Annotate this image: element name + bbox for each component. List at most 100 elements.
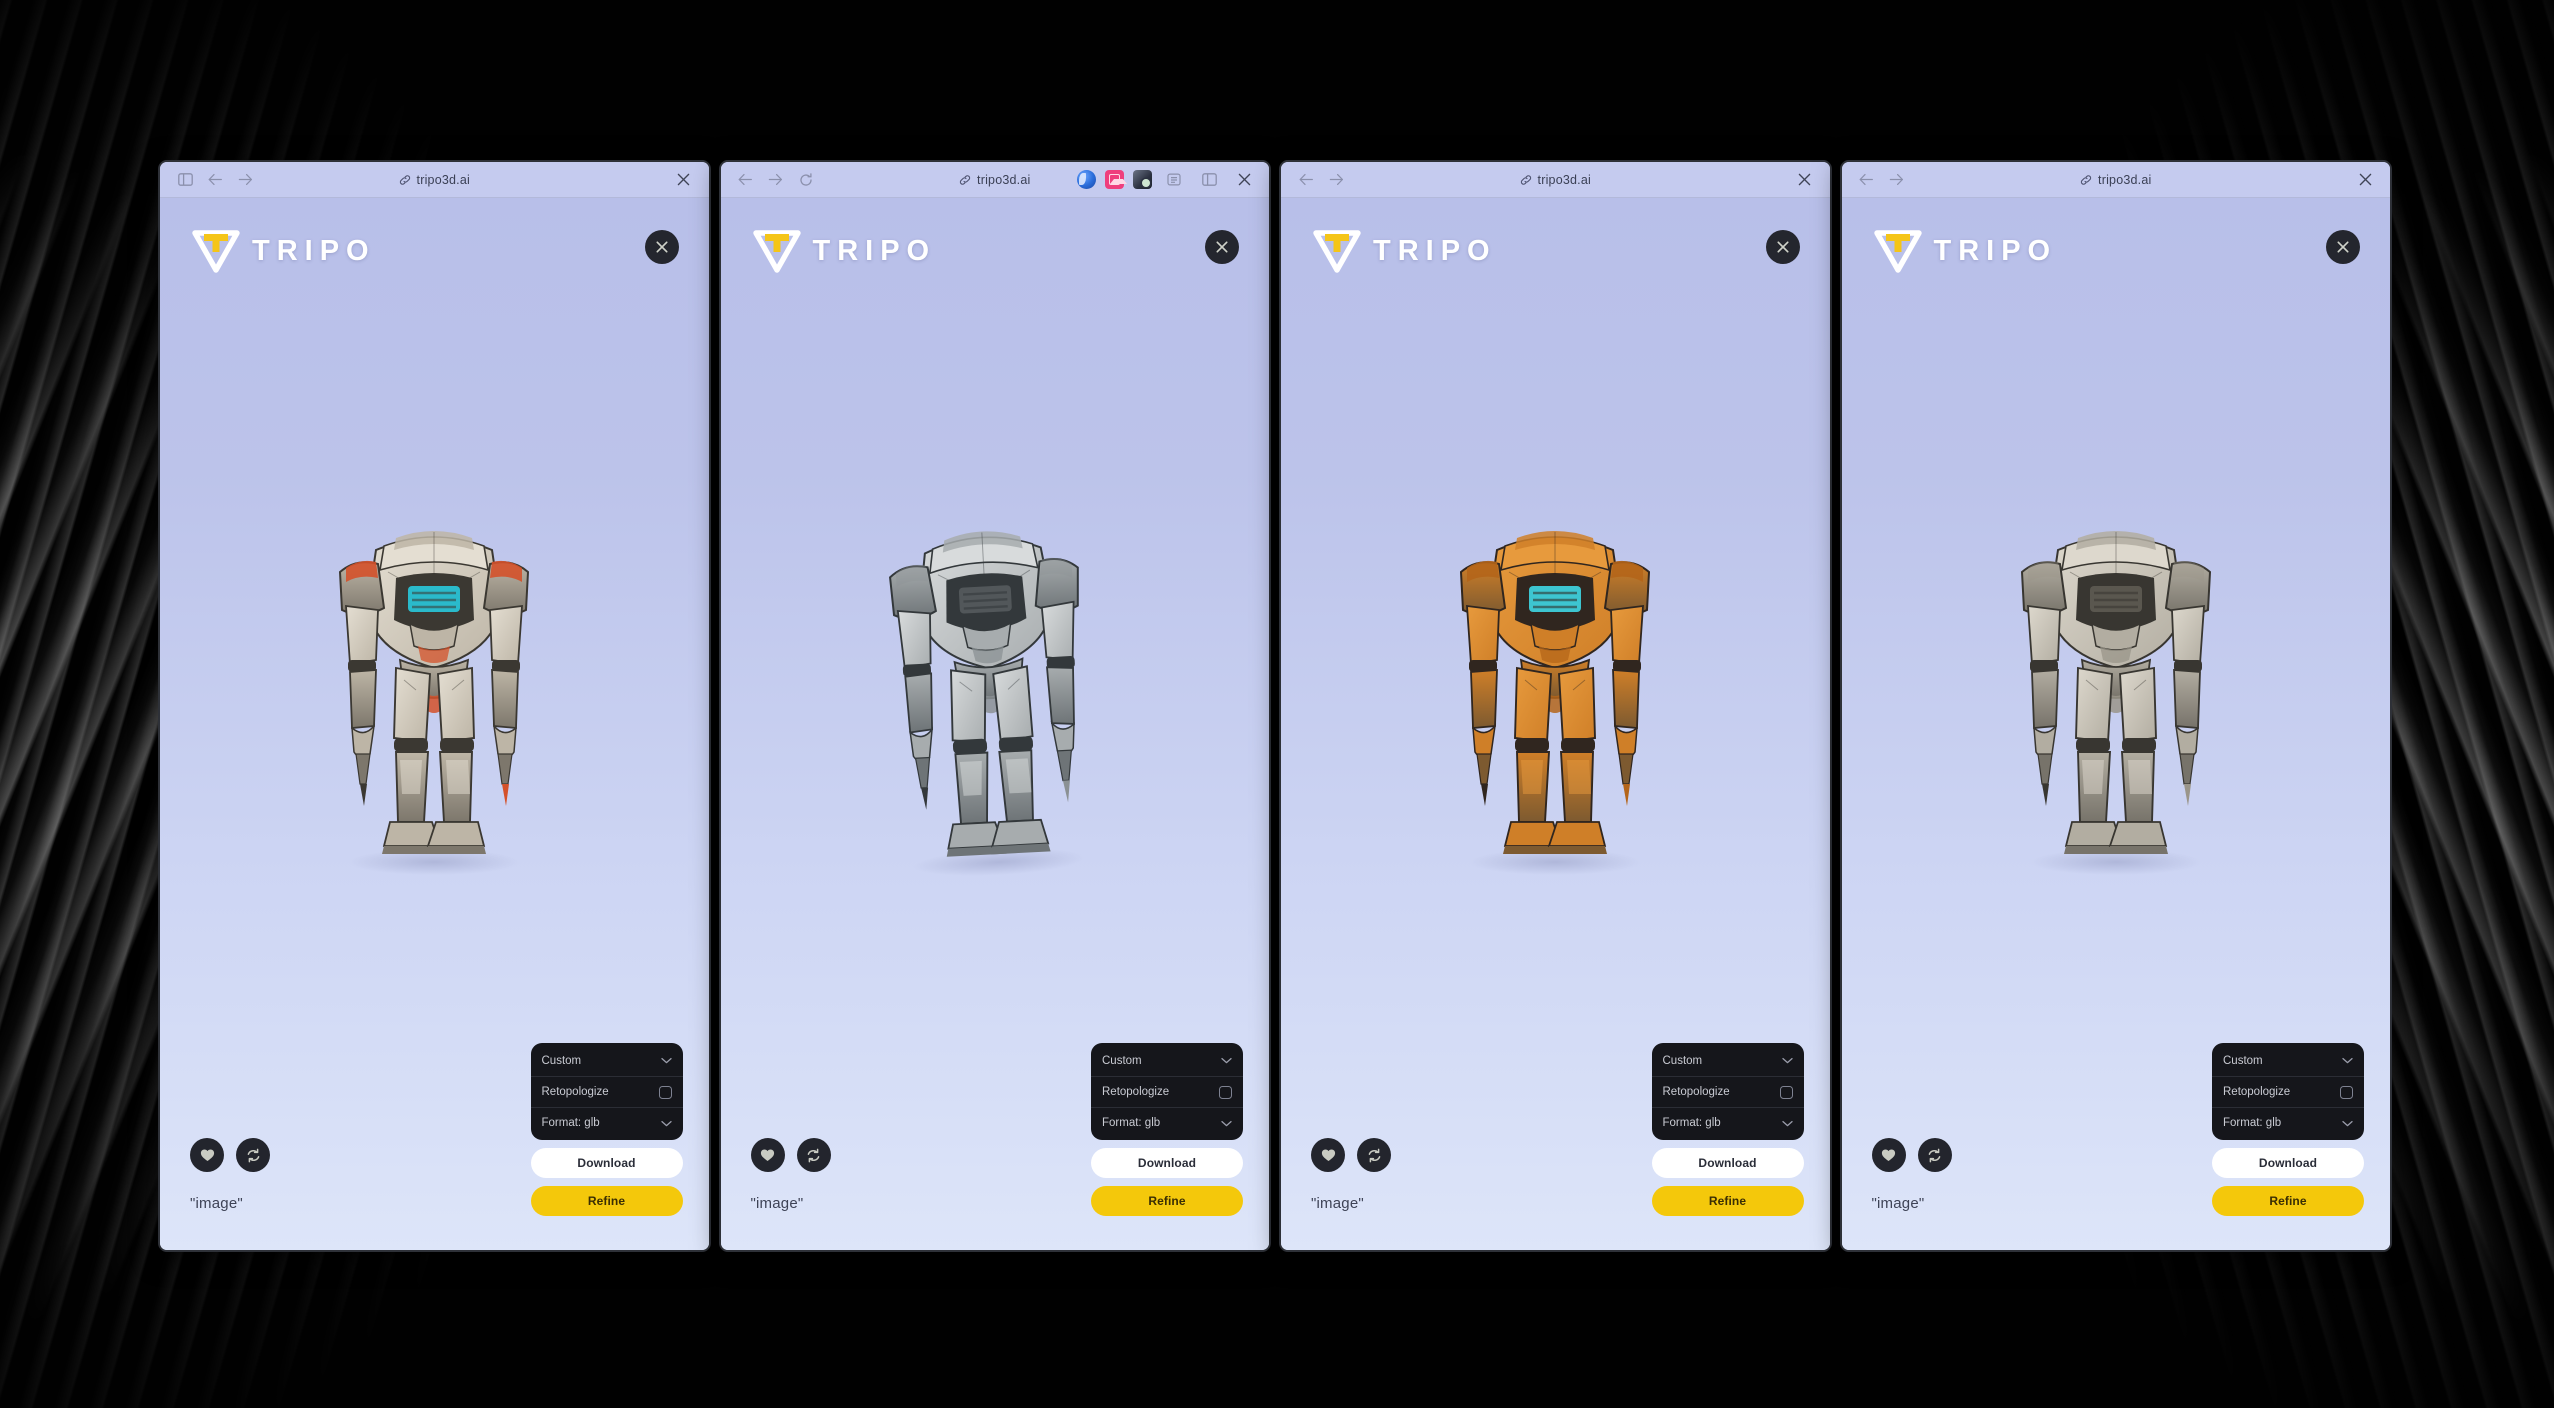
chevron-down-icon (1221, 1120, 1232, 1127)
retopologize-checkbox[interactable] (1779, 1085, 1793, 1099)
sidebar-toggle-right-icon[interactable] (1196, 168, 1222, 192)
window-title-text: tripo3d.ai (1537, 172, 1591, 187)
download-button[interactable]: Download (1651, 1148, 1804, 1178)
back-arrow-icon[interactable] (733, 168, 759, 192)
window-title-text: tripo3d.ai (977, 172, 1031, 187)
reload-icon[interactable] (793, 168, 819, 192)
tripo-logo[interactable]: TRIPO (192, 228, 376, 274)
style-dropdown[interactable]: Custom (2212, 1045, 2364, 1076)
refine-button[interactable]: Refine (1651, 1186, 1804, 1216)
model-caption: "image" (1311, 1195, 1364, 1212)
retopologize-toggle[interactable]: Retopologize (1091, 1076, 1243, 1107)
page-close-button[interactable] (644, 230, 679, 264)
download-button[interactable]: Download (1091, 1148, 1243, 1178)
format-dropdown-label: Format: glb (1102, 1117, 1161, 1129)
retopologize-toggle[interactable]: Retopologize (530, 1076, 683, 1107)
window-titlebar: tripo3d.ai (1841, 162, 2391, 198)
download-button[interactable]: Download (530, 1148, 683, 1178)
browser-window-1[interactable]: tripo3d.ai TRIPO "image" Custom Retopolo… (158, 160, 711, 1252)
format-dropdown[interactable]: Format: glb (1091, 1107, 1243, 1138)
tripo-logo[interactable]: TRIPO (752, 228, 937, 274)
window-title-text: tripo3d.ai (2098, 172, 2152, 187)
forward-arrow-icon[interactable] (232, 168, 258, 192)
format-dropdown-label: Format: glb (1662, 1117, 1721, 1129)
retopologize-toggle[interactable]: Retopologize (2212, 1076, 2364, 1107)
page-close-button[interactable] (1765, 230, 1800, 264)
chevron-down-icon (660, 1120, 672, 1127)
retopologize-checkbox[interactable] (658, 1085, 672, 1099)
model-actions (1311, 1138, 1391, 1172)
model-actions (750, 1138, 831, 1172)
titlebar-right-group (1792, 168, 1818, 192)
browser-window-2[interactable]: tripo3d.ai TRIPO "image" Custom Retopolo… (718, 160, 1271, 1252)
browser-window-3[interactable]: tripo3d.ai TRIPO "image" Custom Retopolo… (1279, 160, 1832, 1252)
chevron-down-icon (2342, 1057, 2353, 1064)
style-dropdown[interactable]: Custom (531, 1045, 683, 1076)
sidebar-toggle-icon[interactable] (172, 168, 198, 192)
tripo-logo-text: TRIPO (252, 234, 376, 267)
retopologize-label: Retopologize (541, 1086, 609, 1098)
share-button[interactable] (1917, 1138, 1952, 1172)
style-dropdown-label: Custom (1662, 1054, 1703, 1067)
format-dropdown[interactable]: Format: glb (1651, 1107, 1804, 1138)
capture-extension-icon[interactable] (1133, 170, 1152, 189)
mech-robot-model (2020, 531, 2211, 875)
model-actions (1871, 1138, 1952, 1172)
format-dropdown[interactable]: Format: glb (530, 1107, 683, 1138)
reader-mode-icon[interactable] (1161, 168, 1187, 192)
share-button[interactable] (236, 1138, 270, 1172)
titlebar-right-group (1077, 168, 1257, 192)
style-dropdown[interactable]: Custom (1652, 1045, 1804, 1076)
retopologize-checkbox[interactable] (2340, 1085, 2353, 1099)
tripo-logo-text: TRIPO (1933, 234, 2058, 267)
model-viewer-mech-robot-textured-white-orange[interactable] (160, 318, 709, 1020)
browser-window-4[interactable]: tripo3d.ai TRIPO "image" Custom Retopolo… (1839, 160, 2392, 1252)
refine-button[interactable]: Refine (1091, 1186, 1243, 1216)
page-close-button[interactable] (2326, 230, 2360, 264)
style-dropdown-label: Custom (1102, 1054, 1142, 1067)
format-dropdown-label: Format: glb (2223, 1117, 2282, 1129)
browser-window-row: tripo3d.ai TRIPO "image" Custom Retopolo… (158, 160, 2392, 1252)
share-button[interactable] (796, 1138, 831, 1172)
link-icon (959, 174, 971, 186)
model-viewer-mech-robot-textured-beige[interactable] (1842, 318, 2391, 1020)
favorite-button[interactable] (190, 1138, 224, 1172)
format-dropdown[interactable]: Format: glb (2212, 1107, 2364, 1138)
tripo-page: TRIPO "image" Custom Retopologize Format… (1281, 198, 1830, 1250)
mech-robot-model (339, 531, 530, 875)
model-viewer-mech-robot-textured-orange[interactable] (1281, 318, 1830, 1020)
window-titlebar: tripo3d.ai (720, 162, 1269, 198)
retopologize-checkbox[interactable] (1219, 1085, 1232, 1099)
favorite-button[interactable] (1311, 1138, 1345, 1172)
chevron-down-icon (1221, 1057, 1232, 1064)
link-icon (399, 174, 411, 186)
forward-arrow-icon[interactable] (1884, 168, 1910, 192)
retopologize-toggle[interactable]: Retopologize (1651, 1076, 1804, 1107)
mech-robot-model (888, 531, 1085, 876)
model-viewer-mech-robot-untextured-grey[interactable] (721, 318, 1270, 1020)
globe-extension-icon[interactable] (1077, 170, 1096, 189)
titlebar-right-group (2352, 168, 2378, 192)
forward-arrow-icon[interactable] (1323, 168, 1349, 192)
refine-button[interactable]: Refine (530, 1186, 683, 1216)
style-dropdown[interactable]: Custom (1091, 1045, 1243, 1076)
back-arrow-icon[interactable] (1293, 168, 1319, 192)
download-button[interactable]: Download (2212, 1148, 2364, 1178)
window-close-icon[interactable] (671, 168, 697, 192)
refine-button[interactable]: Refine (2212, 1186, 2364, 1216)
window-close-icon[interactable] (1231, 168, 1257, 192)
forward-arrow-icon[interactable] (763, 168, 789, 192)
page-close-button[interactable] (1205, 230, 1239, 264)
window-title: tripo3d.ai (1842, 162, 2391, 197)
tripo-logo[interactable]: TRIPO (1873, 228, 2058, 274)
tripo-logo[interactable]: TRIPO (1313, 228, 1497, 274)
favorite-button[interactable] (750, 1138, 785, 1172)
window-title: tripo3d.ai (1281, 162, 1830, 197)
window-close-icon[interactable] (2352, 168, 2378, 192)
back-arrow-icon[interactable] (202, 168, 228, 192)
back-arrow-icon[interactable] (1854, 168, 1880, 192)
image-extension-icon[interactable] (1105, 170, 1127, 189)
favorite-button[interactable] (1871, 1138, 1906, 1172)
share-button[interactable] (1357, 1138, 1391, 1172)
window-close-icon[interactable] (1792, 168, 1818, 192)
